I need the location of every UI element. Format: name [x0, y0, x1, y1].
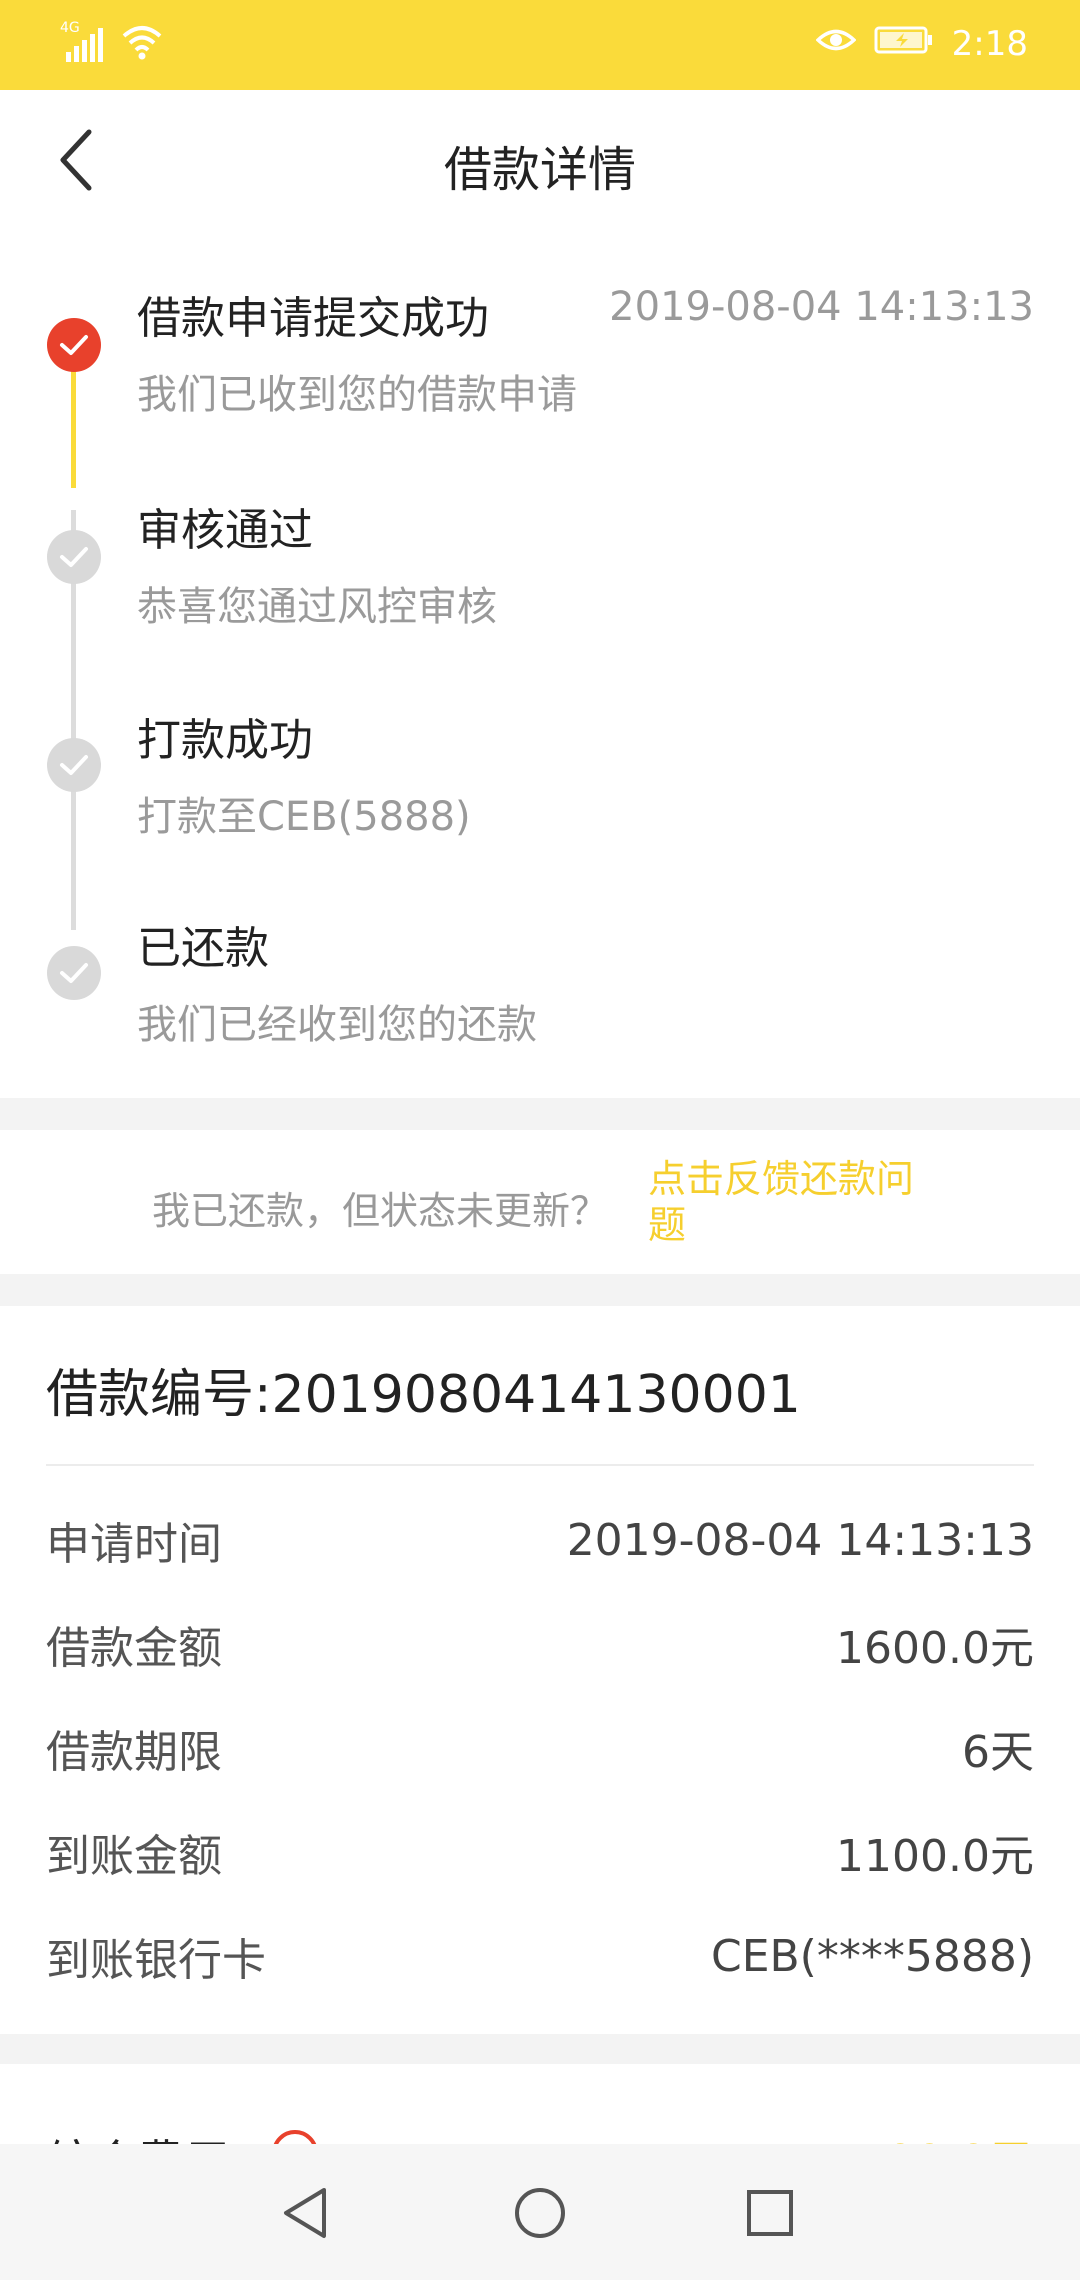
- home-circle-icon: [515, 2188, 565, 2238]
- status-left: 4G: [60, 20, 162, 64]
- row-value: 2019-08-04 14:13:13: [566, 1514, 1034, 1566]
- feedback-row: 我已还款，但状态未更新？ 点击反馈还款问题: [0, 1130, 1080, 1274]
- fees-row[interactable]: 综合费用 500.0元: [0, 2064, 1080, 2144]
- detail-row-loan-amount: 借款金额 1600.0元: [46, 1614, 1034, 1674]
- step-desc: 我们已收到您的借款申请: [137, 372, 577, 418]
- nav-recent-button[interactable]: [735, 2178, 805, 2248]
- progress-timeline: 借款申请提交成功 2019-08-04 14:13:13 我们已收到您的借款申请…: [0, 230, 1080, 1098]
- system-nav-bar: [0, 2144, 1080, 2280]
- row-label: 到账银行卡: [46, 1935, 266, 1986]
- feedback-text: 我已还款，但状态未更新？: [152, 1189, 609, 1233]
- wifi-icon: [122, 24, 162, 64]
- row-value: CEB(****5888): [710, 1930, 1034, 1982]
- loan-detail-screen: 4G 2:18 借款详情 借款申请提交成功 2019-08-04 14:13:1…: [0, 0, 1080, 2280]
- loan-detail-card: 借款编号:2019080414130001 申请时间 2019-08-04 14…: [0, 1306, 1080, 2034]
- check-pending-icon: [47, 946, 101, 1000]
- recent-square-icon: [747, 2190, 793, 2236]
- row-label: 到账金额: [46, 1831, 222, 1882]
- network-type: 4G: [60, 20, 80, 36]
- nav-home-button[interactable]: [505, 2178, 575, 2248]
- step-desc: 打款至CEB(5888): [137, 794, 471, 840]
- status-time: 2:18: [951, 24, 1028, 64]
- section-gap: [0, 2034, 1080, 2066]
- section-gap: [0, 1274, 1080, 1306]
- signal-icon: 4G: [60, 20, 108, 64]
- row-label: 借款金额: [46, 1623, 222, 1674]
- step-title: 借款申请提交成功: [137, 293, 489, 344]
- section-gap: [0, 1098, 1080, 1130]
- detail-row-apply-time: 申请时间 2019-08-04 14:13:13: [46, 1510, 1034, 1571]
- nav-back-button[interactable]: [270, 2178, 340, 2248]
- row-value: 6天: [962, 1727, 1034, 1778]
- step-title: 已还款: [137, 923, 269, 974]
- detail-row-received-amount: 到账金额 1100.0元: [46, 1822, 1034, 1882]
- step-title: 审核通过: [137, 505, 313, 556]
- detail-row-bank-card: 到账银行卡 CEB(****5888): [46, 1926, 1034, 1987]
- step-desc: 恭喜您通过风控审核: [137, 584, 497, 630]
- loan-number: 借款编号:2019080414130001: [46, 1365, 801, 1425]
- check-pending-icon: [47, 530, 101, 584]
- back-triangle-icon: [284, 2188, 326, 2238]
- step-desc: 我们已经收到您的还款: [137, 1002, 537, 1048]
- status-bar: 4G 2:18: [0, 0, 1080, 90]
- row-label: 借款期限: [46, 1727, 222, 1778]
- detail-row-loan-term: 借款期限 6天: [46, 1718, 1034, 1778]
- fees-label: 综合费用: [46, 2126, 230, 2144]
- eye-icon: [815, 24, 857, 64]
- battery-icon: [874, 24, 934, 64]
- page-title: 借款详情: [443, 142, 636, 198]
- page-header: 借款详情: [0, 90, 1080, 230]
- check-done-icon: [47, 318, 101, 372]
- row-label: 申请时间: [46, 1519, 222, 1570]
- row-value: 1600.0元: [836, 1623, 1034, 1674]
- status-right: 2:18: [815, 22, 1028, 66]
- row-value: 1100.0元: [836, 1831, 1034, 1882]
- divider: [46, 1464, 1034, 1466]
- step-time: 2019-08-04 14:13:13: [609, 284, 1034, 330]
- feedback-link[interactable]: 点击反馈还款问题: [648, 1156, 948, 1248]
- check-pending-icon: [47, 738, 101, 792]
- step-title: 打款成功: [137, 715, 313, 766]
- info-icon[interactable]: [272, 2130, 318, 2144]
- fees-value: 500.0元: [856, 2126, 1034, 2144]
